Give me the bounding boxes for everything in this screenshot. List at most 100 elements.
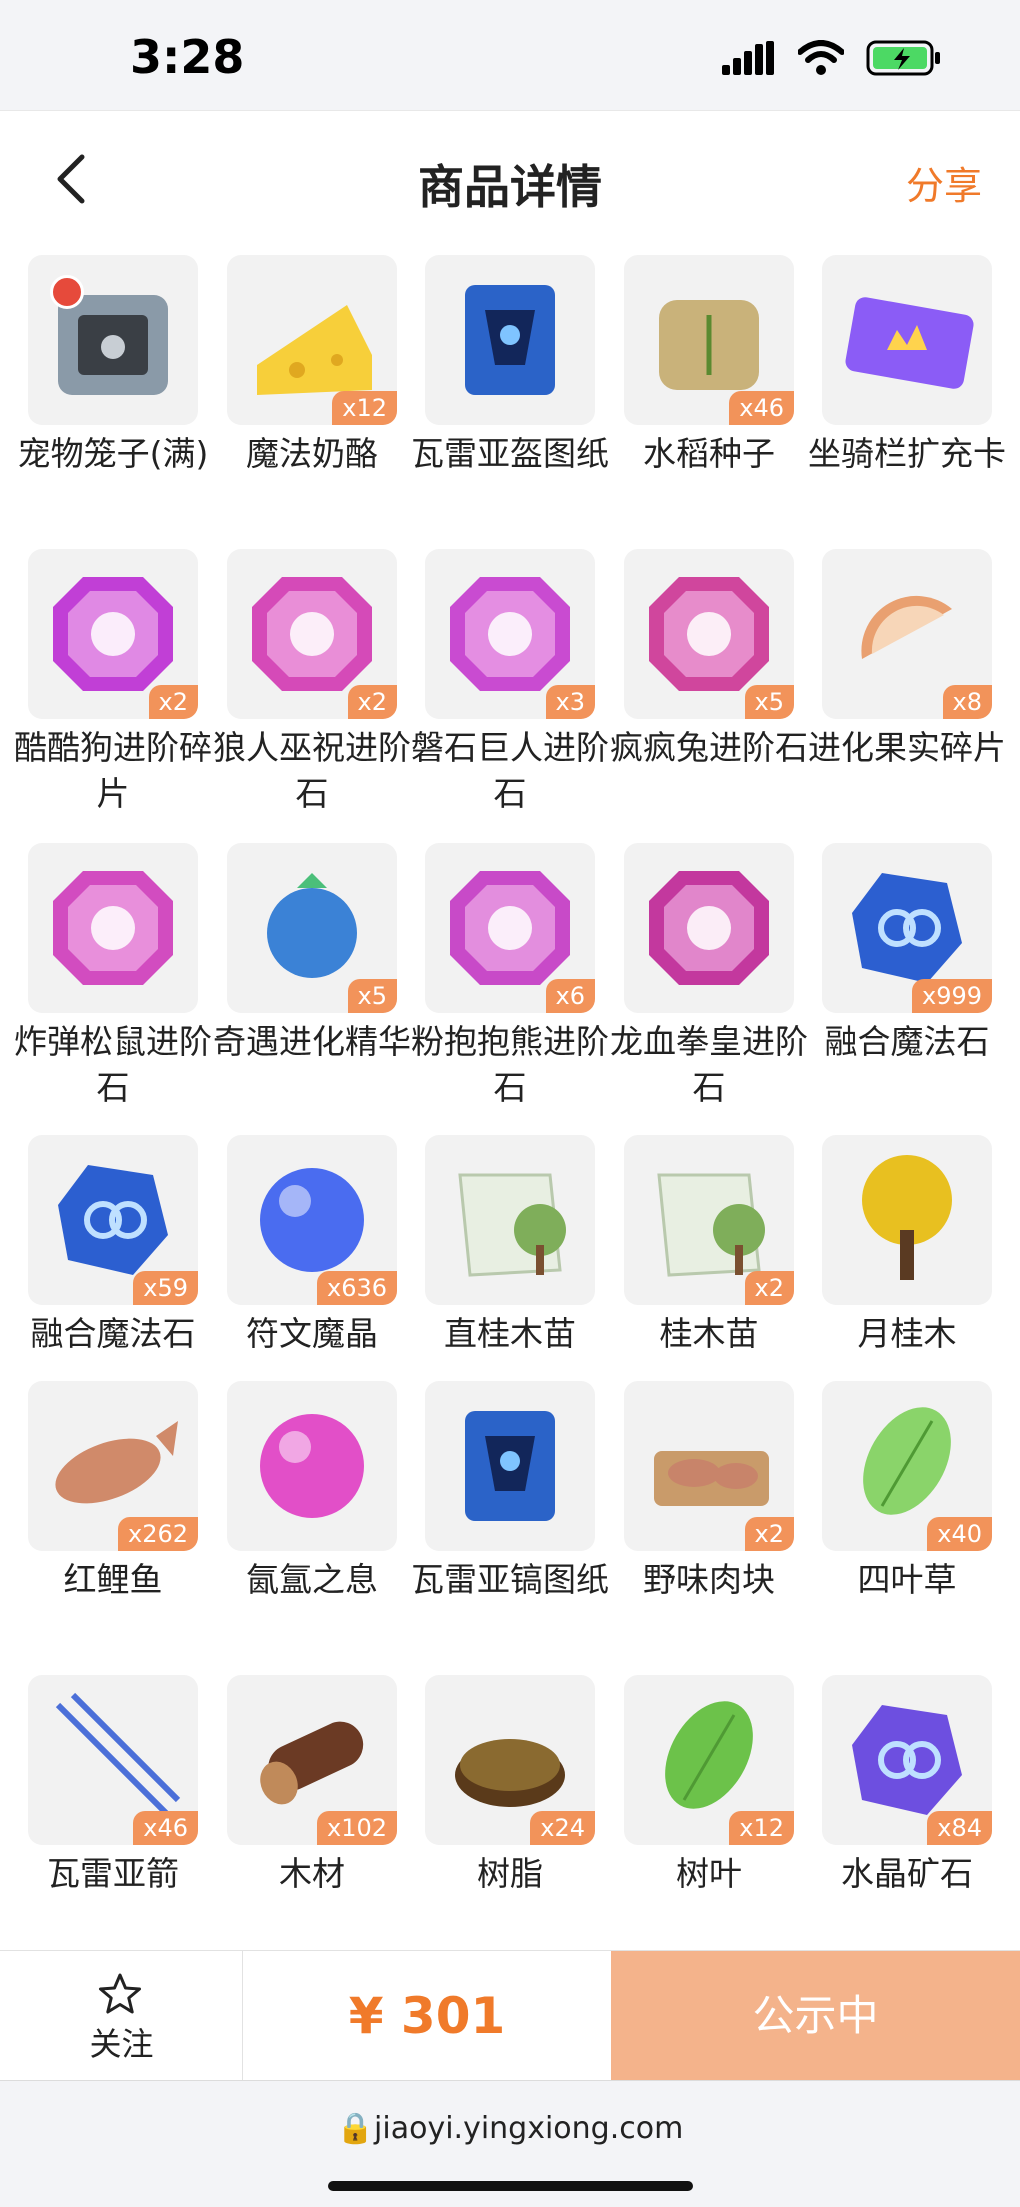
item-name: 红鲤鱼: [63, 1560, 163, 1599]
quantity-badge: x999: [911, 979, 992, 1013]
price: ¥ 301: [348, 1987, 506, 2045]
item-name: 野味肉块: [643, 1560, 775, 1599]
item-thumbnail: [425, 1381, 595, 1551]
lock-icon: 🔒: [336, 2111, 375, 2146]
item-name: 宠物笼子(满): [17, 434, 209, 473]
item-name: 符文魔晶: [246, 1314, 378, 1353]
quantity-badge: x8: [942, 685, 992, 719]
item-thumbnail: x84: [822, 1675, 992, 1845]
quantity-badge: x3: [545, 685, 595, 719]
item-thumbnail: x2: [227, 549, 397, 719]
page-title: 商品详情: [418, 160, 602, 214]
item-thumbnail: [28, 843, 198, 1013]
dragon-gem-icon: [649, 871, 769, 985]
item-name: 氤氲之息: [246, 1560, 378, 1599]
wifi-icon: [798, 40, 844, 75]
quantity-badge: x2: [744, 1271, 794, 1305]
quantity-badge: x46: [133, 1811, 198, 1845]
item-name: 粉抱抱熊进阶石: [411, 1022, 609, 1107]
status-time: 3:28: [130, 30, 245, 84]
item-name: 四叶草: [857, 1560, 957, 1599]
item-thumbnail: x262: [28, 1381, 198, 1551]
publicity-status-button[interactable]: 公示中: [611, 1951, 1020, 2081]
item-thumbnail: x40: [822, 1381, 992, 1551]
item-name: 奇遇进化精华: [213, 1022, 411, 1061]
item-name: 木材: [279, 1854, 345, 1893]
item-name: 坐骑栏扩充卡: [808, 434, 1006, 473]
item-name: 狼人巫祝进阶石: [213, 728, 411, 813]
pink-orb-icon: [260, 1414, 364, 1518]
item-name: 瓦雷亚箭: [47, 1854, 179, 1893]
quantity-badge: x102: [316, 1811, 397, 1845]
item-thumbnail: x46: [624, 255, 794, 425]
mount-card-icon: [845, 297, 974, 389]
item-name: 疯疯兔进阶石: [610, 728, 808, 767]
status-icons: [722, 40, 942, 76]
url-text[interactable]: 🔒jiaoyi.yingxiong.com: [0, 2111, 1020, 2146]
quantity-badge: x12: [729, 1811, 794, 1845]
item-name: 魔法奶酪: [246, 434, 378, 473]
item-thumbnail: x5: [624, 549, 794, 719]
share-button[interactable]: 分享: [906, 155, 982, 210]
quantity-badge: x84: [927, 1811, 992, 1845]
bottom-action-bar: 关注 ¥ 301 公示中: [0, 1950, 1020, 2081]
squirrel-gem-icon: [53, 871, 173, 985]
item-name: 水稻种子: [643, 434, 775, 473]
quantity-badge: x6: [545, 979, 595, 1013]
item-name: 融合魔法石: [824, 1022, 990, 1061]
item-name: 磐石巨人进阶石: [411, 728, 609, 813]
home-indicator: [328, 2181, 693, 2191]
item-grid: 宠物笼子(满) x12 魔法奶酪 瓦雷亚盔图纸 x46 水稻种子 坐骑栏扩充卡 x2 酷…: [0, 245, 1020, 1950]
item-thumbnail: x46: [28, 1675, 198, 1845]
item-thumbnail: [28, 255, 198, 425]
follow-button[interactable]: 关注: [0, 1951, 243, 2081]
item-thumbnail: x999: [822, 843, 992, 1013]
laurel-tree-icon: [862, 1155, 952, 1280]
browser-url-bar: 🔒jiaoyi.yingxiong.com: [0, 2080, 1020, 2207]
item-thumbnail: x2: [624, 1135, 794, 1305]
item-thumbnail: x3: [425, 549, 595, 719]
item-name: 树叶: [676, 1854, 742, 1893]
item-thumbnail: x5: [227, 843, 397, 1013]
item-name: 瓦雷亚盔图纸: [411, 434, 609, 473]
star-icon: [99, 1973, 141, 2014]
item-name: 瓦雷亚镐图纸: [411, 1560, 609, 1599]
item-thumbnail: x636: [227, 1135, 397, 1305]
item-thumbnail: [624, 843, 794, 1013]
quantity-badge: x40: [927, 1517, 992, 1551]
item-name: 桂木苗: [659, 1314, 759, 1353]
back-icon[interactable]: [44, 149, 104, 209]
item-name: 进化果实碎片: [808, 728, 1006, 767]
item-name: 月桂木: [857, 1314, 957, 1353]
quantity-badge: x636: [316, 1271, 397, 1305]
quantity-badge: x46: [729, 391, 794, 425]
item-thumbnail: x59: [28, 1135, 198, 1305]
signal-icon: [722, 41, 774, 75]
nav-bar: 商品详情 分享: [0, 110, 1020, 245]
item-thumbnail: x24: [425, 1675, 595, 1845]
quantity-badge: x59: [133, 1271, 198, 1305]
sapling-pack-icon: [458, 1173, 566, 1277]
quantity-badge: x2: [148, 685, 198, 719]
item-thumbnail: x2: [28, 549, 198, 719]
item-name: 龙血拳皇进阶石: [610, 1022, 808, 1107]
item-name: 直桂木苗: [444, 1314, 576, 1353]
item-thumbnail: x102: [227, 1675, 397, 1845]
quantity-badge: x262: [117, 1517, 198, 1551]
item-thumbnail: x8: [822, 549, 992, 719]
pet-badge-icon: [50, 275, 84, 309]
item-thumbnail: x12: [624, 1675, 794, 1845]
item-name: 炸弹松鼠进阶石: [14, 1022, 212, 1107]
item-thumbnail: [822, 255, 992, 425]
item-thumbnail: [822, 1135, 992, 1305]
quantity-badge: x2: [744, 1517, 794, 1551]
quantity-badge: x5: [347, 979, 397, 1013]
url-label: jiaoyi.yingxiong.com: [374, 2111, 684, 2146]
item-thumbnail: [425, 255, 595, 425]
item-name: 融合魔法石: [30, 1314, 196, 1353]
item-thumbnail: x12: [227, 255, 397, 425]
quantity-badge: x2: [347, 685, 397, 719]
follow-label: 关注: [89, 2025, 154, 2063]
quantity-badge: x12: [332, 391, 397, 425]
quantity-badge: x24: [530, 1811, 595, 1845]
